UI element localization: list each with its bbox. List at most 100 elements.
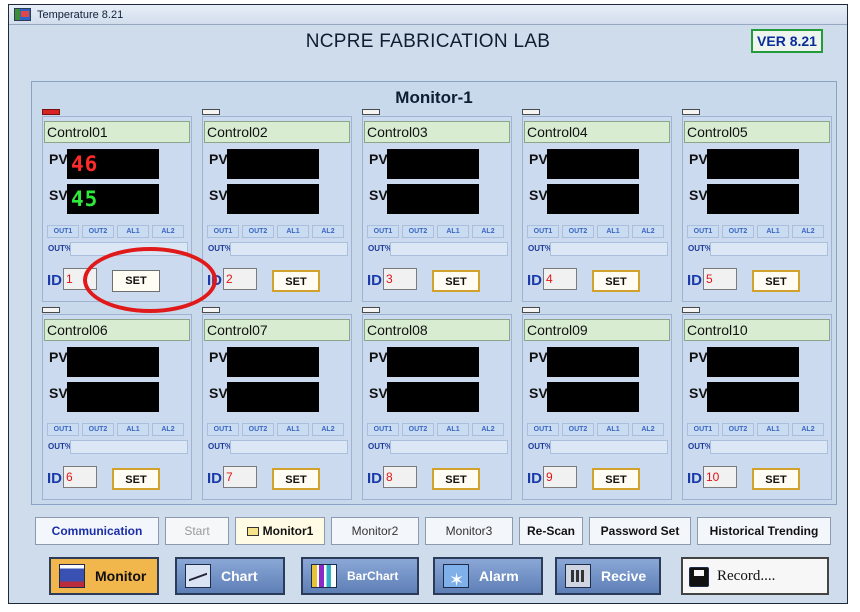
window-title: Temperature 8.21 xyxy=(37,9,124,21)
id-input[interactable]: 5 xyxy=(703,268,737,290)
app-icon xyxy=(14,8,31,21)
id-label: ID xyxy=(687,272,702,289)
monitor3-button[interactable]: Monitor3 xyxy=(425,517,513,545)
set-button[interactable]: SET xyxy=(752,468,800,490)
monitor1-button[interactable]: Monitor1 xyxy=(235,517,325,545)
alarm-nav-button[interactable]: Alarm xyxy=(433,557,543,597)
monitor-icon xyxy=(59,564,85,588)
barchart-icon xyxy=(311,564,337,588)
out1-indicator: OUT1 xyxy=(527,423,559,436)
out-percent-bar xyxy=(710,440,828,454)
id-label: ID xyxy=(687,470,702,487)
recive-nav-label: Recive xyxy=(601,568,647,584)
status-led xyxy=(682,307,700,313)
sv-label: SV xyxy=(689,187,708,203)
al2-indicator: AL2 xyxy=(312,225,344,238)
controller-panel: Control04 PV SV OUT1 OUT2 AL1 AL2 OUT% ID 4 SET xyxy=(522,109,672,302)
set-button[interactable]: SET xyxy=(592,468,640,490)
set-button[interactable]: SET xyxy=(432,270,480,292)
output-indicators: OUT1 OUT2 AL1 AL2 xyxy=(47,423,187,436)
start-button[interactable]: Start xyxy=(165,517,229,545)
output-indicators: OUT1 OUT2 AL1 AL2 xyxy=(527,423,667,436)
output-indicators: OUT1 OUT2 AL1 AL2 xyxy=(207,423,347,436)
controller-name: Control03 xyxy=(364,121,510,143)
barchart-nav-button[interactable]: BarChart xyxy=(301,557,419,595)
password-set-button[interactable]: Password Set xyxy=(589,517,691,545)
id-input[interactable]: 10 xyxy=(703,466,737,488)
out2-indicator: OUT2 xyxy=(402,225,434,238)
out2-indicator: OUT2 xyxy=(402,423,434,436)
set-button[interactable]: SET xyxy=(432,468,480,490)
status-led xyxy=(522,307,540,313)
historical-trending-button[interactable]: Historical Trending xyxy=(697,517,831,545)
pv-display xyxy=(707,149,799,179)
set-button[interactable]: SET xyxy=(752,270,800,292)
id-input[interactable]: 9 xyxy=(543,466,577,488)
save-floppy-icon xyxy=(689,567,709,587)
recive-nav-button[interactable]: Recive xyxy=(555,557,661,595)
pv-value xyxy=(387,152,391,176)
al1-indicator: AL1 xyxy=(277,423,309,436)
chart-nav-label: Chart xyxy=(221,568,258,584)
sv-label: SV xyxy=(529,385,548,401)
out-percent-label: OUT% xyxy=(48,442,72,451)
monitor2-button[interactable]: Monitor2 xyxy=(331,517,419,545)
id-input[interactable]: 3 xyxy=(383,268,417,290)
al2-indicator: AL2 xyxy=(792,225,824,238)
al1-indicator: AL1 xyxy=(117,423,149,436)
set-button[interactable]: SET xyxy=(112,468,160,490)
sv-value xyxy=(67,385,71,409)
pv-value xyxy=(387,350,391,374)
id-input[interactable]: 2 xyxy=(223,268,257,290)
id-input[interactable]: 8 xyxy=(383,466,417,488)
id-input[interactable]: 4 xyxy=(543,268,577,290)
id-input[interactable]: 7 xyxy=(223,466,257,488)
monitor-nav-label: Monitor xyxy=(95,568,147,584)
out2-indicator: OUT2 xyxy=(562,225,594,238)
out-percent-label: OUT% xyxy=(688,244,712,253)
sv-value xyxy=(707,385,711,409)
out-percent-bar xyxy=(230,242,348,256)
pv-value: 46 xyxy=(71,152,99,176)
sv-label: SV xyxy=(209,385,228,401)
controller-name: Control05 xyxy=(684,121,830,143)
out-percent-label: OUT% xyxy=(688,442,712,451)
id-input[interactable]: 6 xyxy=(63,466,97,488)
folder-icon xyxy=(246,527,259,536)
out1-indicator: OUT1 xyxy=(367,225,399,238)
al2-indicator: AL2 xyxy=(152,423,184,436)
app-window: Temperature 8.21 NCPRE FABRICATION LAB V… xyxy=(8,4,848,604)
alarm-icon xyxy=(443,563,469,597)
communication-button[interactable]: Communication xyxy=(35,517,159,545)
out-percent-bar xyxy=(390,242,508,256)
out-percent-bar xyxy=(230,440,348,454)
set-button[interactable]: SET xyxy=(272,270,320,292)
record-button[interactable]: Record.... xyxy=(681,557,829,595)
set-button[interactable]: SET xyxy=(592,270,640,292)
controller-panel: Control03 PV SV OUT1 OUT2 AL1 AL2 OUT% ID 3 SET xyxy=(362,109,512,302)
rescan-button[interactable]: Re-Scan xyxy=(519,517,583,545)
status-led xyxy=(202,307,220,313)
chart-icon xyxy=(185,564,211,588)
sv-value xyxy=(227,187,231,211)
pv-value xyxy=(547,350,551,374)
output-indicators: OUT1 OUT2 AL1 AL2 xyxy=(687,225,827,238)
pv-display xyxy=(547,149,639,179)
controller-name: Control01 xyxy=(44,121,190,143)
monitor-nav-button[interactable]: Monitor xyxy=(49,557,159,595)
id-label: ID xyxy=(527,470,542,487)
out2-indicator: OUT2 xyxy=(82,423,114,436)
al2-indicator: AL2 xyxy=(152,225,184,238)
sv-value xyxy=(227,385,231,409)
controller-panel: Control06 PV SV OUT1 OUT2 AL1 AL2 OUT% ID 6 SET xyxy=(42,307,192,500)
set-button[interactable]: SET xyxy=(272,468,320,490)
al2-indicator: AL2 xyxy=(792,423,824,436)
title-bar: Temperature 8.21 xyxy=(9,5,847,25)
out2-indicator: OUT2 xyxy=(242,423,274,436)
out1-indicator: OUT1 xyxy=(687,423,719,436)
chart-nav-button[interactable]: Chart xyxy=(175,557,285,595)
sv-display xyxy=(387,184,479,214)
monitor1-label: Monitor1 xyxy=(262,524,314,538)
out-percent-label: OUT% xyxy=(208,442,232,451)
out1-indicator: OUT1 xyxy=(47,423,79,436)
